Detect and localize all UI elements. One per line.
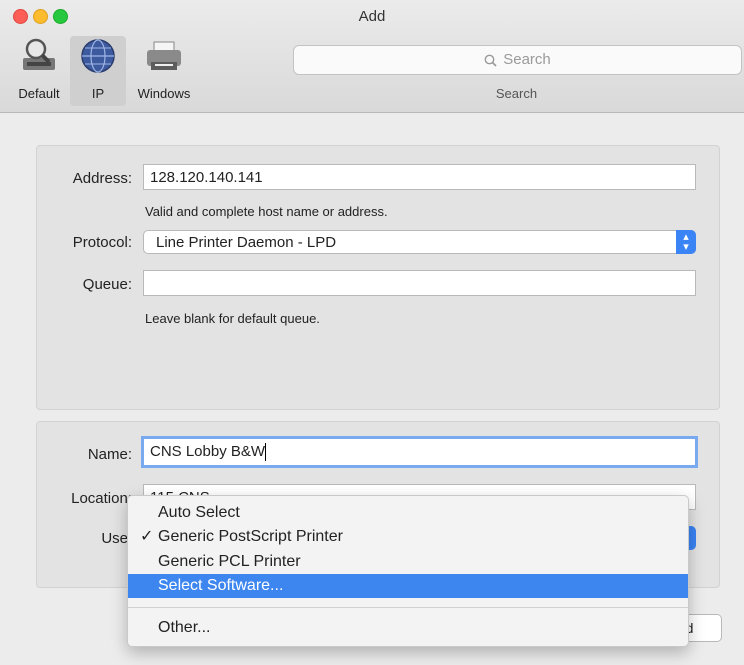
toolbar-windows[interactable]: Windows: [128, 36, 200, 106]
use-label: Use: [101, 530, 128, 547]
menu-item-label: Generic PostScript Printer: [158, 528, 343, 545]
toolbar-ip-label: IP: [91, 86, 105, 101]
queue-hint: Leave blank for default queue.: [145, 311, 320, 326]
popup-arrows-icon: ▴▾: [676, 230, 696, 254]
menu-item-auto-select[interactable]: Auto Select: [128, 501, 688, 525]
queue-label: Queue:: [82, 276, 132, 293]
text-cursor: [265, 443, 267, 462]
menu-item-label: Generic PCL Printer: [158, 553, 301, 570]
use-dropdown-menu: Auto Select ✓ Generic PostScript Printer…: [127, 495, 689, 647]
name-field[interactable]: CNS Lobby B&W: [141, 436, 698, 468]
name-label: Name:: [87, 446, 132, 463]
menu-item-other[interactable]: Other...: [128, 616, 688, 640]
toolbar-default-label: Default: [18, 86, 60, 101]
protocol-label: Protocol:: [72, 234, 132, 251]
checkmark-icon: ✓: [140, 528, 154, 545]
windows-printer-icon: [144, 36, 184, 76]
menu-item-generic-pcl[interactable]: Generic PCL Printer: [128, 550, 688, 574]
name-value: CNS Lobby B&W: [150, 443, 266, 460]
toolbar-windows-label: Windows: [137, 86, 191, 101]
search-placeholder: Search: [503, 51, 551, 68]
menu-item-select-software[interactable]: Select Software...: [128, 574, 688, 598]
search-field[interactable]: Search: [293, 45, 742, 75]
queue-field[interactable]: [143, 270, 696, 296]
search-icon: [484, 54, 497, 67]
menu-item-label: Auto Select: [158, 504, 240, 521]
address-hint: Valid and complete host name or address.: [145, 204, 388, 219]
window-title: Add: [358, 8, 386, 25]
location-label: Location:: [71, 490, 132, 507]
globe-icon: [78, 36, 118, 76]
menu-item-label: Other...: [158, 619, 211, 636]
window-toolbar: Add Default IP Windows Search Search: [0, 0, 744, 113]
toolbar-ip[interactable]: IP: [70, 36, 126, 106]
search-caption: Search: [495, 86, 538, 101]
protocol-popup[interactable]: Line Printer Daemon - LPD ▴ ▾: [143, 230, 696, 254]
default-printer-icon: [19, 36, 59, 76]
toolbar-default[interactable]: Default: [8, 36, 70, 106]
address-field[interactable]: 128.120.140.141: [143, 164, 696, 190]
menu-item-label: Select Software...: [158, 577, 284, 594]
address-label: Address:: [72, 170, 132, 187]
menu-separator: [128, 607, 688, 608]
protocol-value: Line Printer Daemon - LPD: [156, 234, 337, 251]
menu-item-generic-postscript[interactable]: ✓ Generic PostScript Printer: [128, 525, 688, 549]
